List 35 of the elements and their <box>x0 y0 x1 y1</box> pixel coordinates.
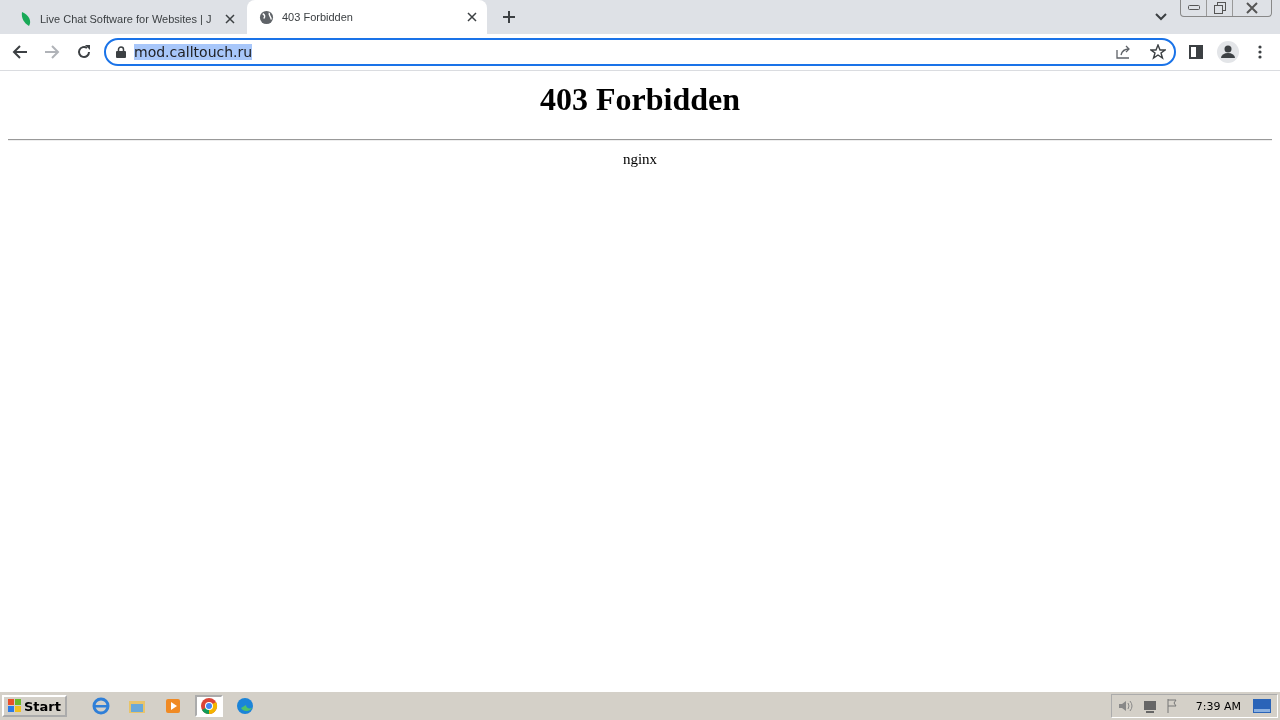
url-text: mod.calltouch.ru <box>134 44 254 60</box>
kebab-menu-icon <box>1258 45 1262 59</box>
browser-e-icon <box>92 697 110 715</box>
share-icon[interactable] <box>1116 45 1132 59</box>
person-icon <box>1217 41 1239 63</box>
chrome-icon <box>200 697 218 715</box>
close-icon[interactable] <box>225 14 235 24</box>
start-button[interactable]: Start <box>2 695 67 717</box>
windows-flag-icon <box>8 699 22 713</box>
server-name: nginx <box>622 151 658 167</box>
lock-icon <box>116 46 126 58</box>
reload-icon <box>76 44 92 60</box>
folder-icon <box>128 698 146 714</box>
globe-icon <box>259 9 274 25</box>
taskbar-app-button[interactable] <box>195 695 223 717</box>
side-panel-icon <box>1189 45 1203 59</box>
plus-icon <box>502 10 516 24</box>
page-heading: 403 Forbidden <box>539 81 741 118</box>
arrow-right-icon <box>44 44 60 60</box>
minimize-icon <box>1187 5 1200 11</box>
chevron-down-icon[interactable] <box>1155 13 1167 21</box>
close-icon[interactable] <box>467 12 477 22</box>
address-bar[interactable]: mod.calltouch.ru <box>104 38 1176 66</box>
media-player-icon <box>165 698 181 714</box>
star-icon[interactable] <box>1150 44 1166 60</box>
network-icon[interactable] <box>1141 698 1158 714</box>
profile-button[interactable] <box>1216 40 1240 64</box>
edge-icon <box>236 697 254 715</box>
browser-tab[interactable]: Live Chat Software for Websites | J <box>8 4 245 34</box>
clock-time: 7:39 AM <box>1195 699 1241 713</box>
browser-tab[interactable]: 403 Forbidden <box>247 0 487 34</box>
close-icon <box>1246 2 1258 14</box>
show-desktop-icon[interactable] <box>1253 699 1271 713</box>
leaf-icon <box>20 11 32 27</box>
arrow-left-icon <box>12 44 28 60</box>
